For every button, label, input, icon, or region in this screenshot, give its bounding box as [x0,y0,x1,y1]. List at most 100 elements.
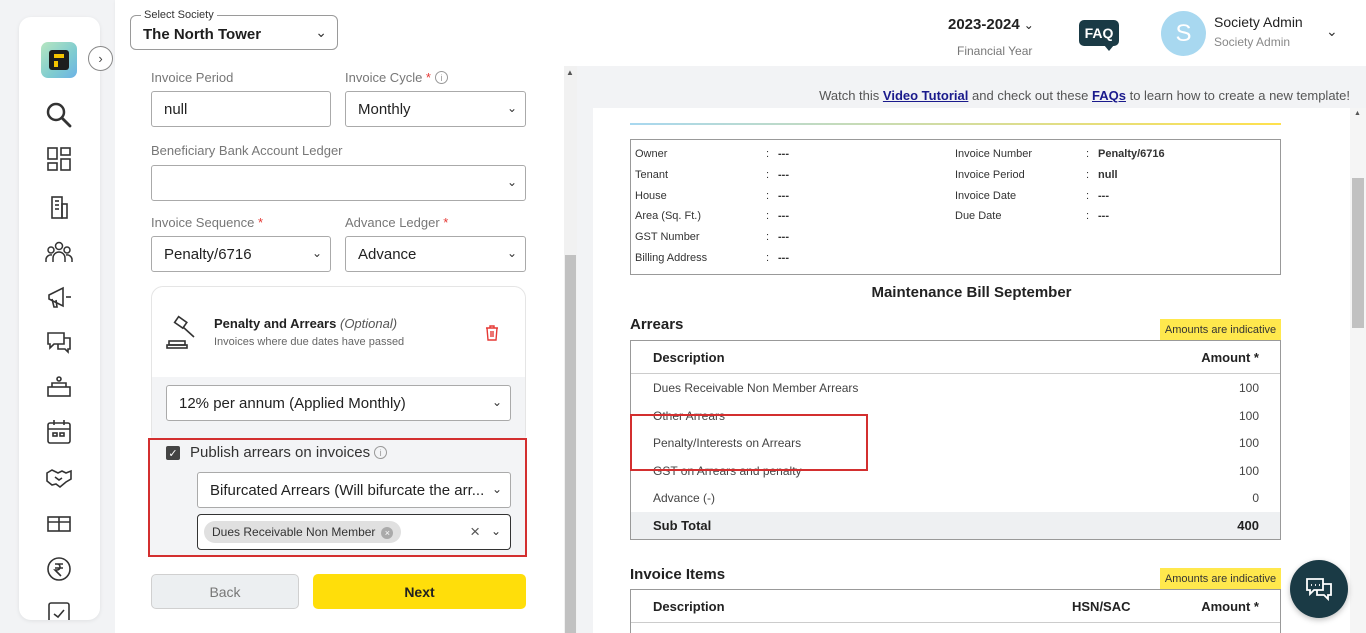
user-name[interactable]: Society Admin [1214,14,1303,30]
clear-icon[interactable]: × [470,522,480,542]
scrollbar-thumb[interactable] [565,255,576,633]
dashboard-icon[interactable] [44,144,74,174]
amenities-icon[interactable] [44,372,74,402]
arrears-ledger-multiselect[interactable]: Dues Receivable Non Member × × ⌄ [197,514,511,550]
rupee-icon[interactable] [44,554,74,584]
chevron-down-icon: ⌄ [491,395,502,409]
arrears-highlight-box [630,414,868,471]
chip-remove-icon[interactable]: × [381,527,394,539]
members-icon[interactable] [44,237,74,267]
scrollbar-thumb[interactable] [1352,178,1364,328]
info-value: null [1098,168,1118,181]
publish-arrears-checkbox[interactable]: ✓ [166,446,180,460]
society-select[interactable]: Select Society The North Tower ⌄ [130,9,338,50]
chat-bubbles-icon [1306,578,1332,602]
tutorial-middle: and check out these [972,88,1089,103]
info-icon[interactable]: i [434,71,448,84]
support-chat-button[interactable] [1290,560,1348,618]
financial-year-value: 2023-2024 [948,16,1020,33]
advance-ledger-select[interactable]: Advance ⌄ [345,236,526,272]
app-logo[interactable] [41,42,77,78]
arrears-mode-select[interactable]: Bifurcated Arrears (Will bifurcate the a… [197,472,511,508]
faq-button[interactable]: FAQ [1079,20,1119,51]
chat-icon[interactable] [44,327,74,357]
financial-year-selector[interactable]: 2023-2024 ⌄ Financial Year [948,16,1078,58]
penalty-rate-select[interactable]: 12% per annum (Applied Monthly) ⌄ [166,385,511,421]
next-button[interactable]: Next [313,574,526,609]
society-select-value: The North Tower [143,26,262,43]
building-icon[interactable] [44,192,74,222]
penalty-card-header: Penalty and Arrears (Optional) Invoices … [152,287,525,377]
info-value: --- [778,168,789,181]
preview-scrollbar[interactable]: ▲ [1350,108,1366,633]
info-colon: : [1086,148,1090,160]
financial-year-label: Financial Year [957,44,1033,58]
chevron-down-icon: ⌄ [1023,18,1034,32]
penalty-subtitle: Invoices where due dates have passed [214,336,405,348]
row-description: Advance (-) [653,491,716,506]
advance-ledger-label: Advance Ledger [345,215,440,230]
invoice-cycle-select[interactable]: Monthly ⌄ [345,91,526,127]
handshake-icon[interactable] [44,462,74,492]
form-scrollbar[interactable]: ▲ [564,66,577,633]
reports-icon[interactable] [44,597,74,620]
chevron-down-icon: ⌄ [506,175,517,189]
publish-arrears-label-wrap: Publish arrears on invoices i [190,444,388,461]
header-divider [630,123,1281,125]
info-colon: : [1086,210,1090,223]
trash-icon[interactable] [484,324,500,342]
society-select-label: Select Society [141,9,217,21]
subtotal-value: 400 [1237,517,1259,533]
row-amount: 100 [1238,463,1259,478]
info-key: GST Number [635,231,700,244]
user-menu-chevron-icon[interactable]: ⌄ [1326,23,1338,40]
row-amount: 100 [1238,381,1259,395]
info-key: House [635,189,667,202]
sidebar-collapse-button[interactable]: › [88,46,113,71]
scroll-up-arrow-icon[interactable]: ▲ [1354,110,1361,117]
faqs-link[interactable]: FAQs [1092,88,1126,103]
invoice-period-label: Invoice Period [151,70,234,85]
info-key: Due Date [955,210,1002,223]
logo-mark [49,50,69,70]
info-value: --- [778,210,789,223]
gavel-icon [166,315,195,349]
sidebar [19,17,100,620]
chevron-down-icon[interactable]: ⌄ [491,524,501,538]
info-icon[interactable]: i [374,446,388,459]
col-amount: Amount * [1201,350,1259,365]
arrears-title: Arrears [630,316,684,333]
info-colon: : [766,189,770,202]
chevron-down-icon: ⌄ [491,482,502,496]
bill-title: Maintenance Bill September [871,284,1072,301]
tutorial-suffix: to learn how to create a new template! [1129,88,1350,103]
announcement-icon[interactable] [44,282,74,312]
arrears-table-header: Description Amount * [631,341,1280,374]
selected-chip: Dues Receivable Non Member × [204,521,402,543]
video-tutorial-link[interactable]: Video Tutorial [883,88,968,103]
info-colon: : [766,252,770,264]
user-role: Society Admin [1214,35,1291,49]
publish-arrears-label: Publish arrears on invoices [190,444,371,461]
row-amount: 100 [1238,436,1259,451]
info-colon: : [1086,168,1090,181]
invoice-period-input[interactable]: null [151,91,331,127]
bank-ledger-select[interactable]: ⌄ [151,165,526,201]
penalty-rate-value: 12% per annum (Applied Monthly) [179,395,406,412]
gift-icon[interactable] [44,507,74,537]
info-colon: : [766,210,770,223]
avatar[interactable]: S [1161,11,1206,56]
back-button[interactable]: Back [151,574,299,609]
invoice-info-box: Owner: --- Tenant: --- House: --- Area (Sq. Ft… [630,139,1281,275]
items-table-header: Description HSN/SAC Amount * [631,590,1280,623]
info-value: --- [778,189,789,202]
calendar-icon[interactable] [44,417,74,447]
info-key: Invoice Period [955,168,1025,181]
arrears-mode-value: Bifurcated Arrears (Will bifurcate the a… [210,482,485,499]
search-icon[interactable] [44,100,74,130]
invoice-sequence-select[interactable]: Penalty/6716 ⌄ [151,236,331,272]
scroll-up-arrow-icon[interactable]: ▲ [566,68,574,77]
tutorial-hint: Watch this Video Tutorial and check out … [819,88,1350,103]
info-key: Area (Sq. Ft.) [635,210,702,223]
info-colon: : [766,148,770,160]
